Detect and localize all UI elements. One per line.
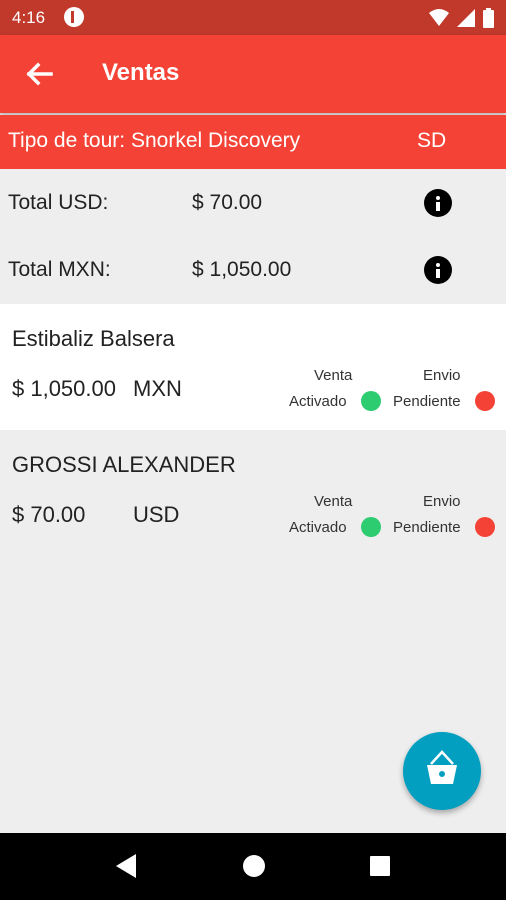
page-title: Ventas [102,59,180,86]
total-mxn-row: Total MXN: $ 1,050.00 [0,236,506,303]
nav-recents-icon[interactable] [369,855,391,877]
system-nav-bar [0,833,506,900]
envio-status: Pendiente [393,519,461,536]
customer-name: Estibaliz Balsera [12,326,175,351]
envio-status: Pendiente [393,393,461,410]
venta-status: Activado [289,519,347,536]
venta-label: Venta [314,493,353,510]
sale-amount: $ 70.00 [12,502,86,527]
envio-label: Envio [423,367,461,384]
cart-fab-button[interactable] [403,732,481,810]
total-usd-row: Total USD: $ 70.00 [0,169,506,236]
sale-amount: $ 1,050.00 [12,376,116,401]
status-bar: 4:16 [0,0,506,35]
sale-currency: USD [133,502,180,527]
signal-icon [457,9,475,27]
envio-label: Envio [423,493,461,510]
tour-code: SD [417,129,447,152]
status-time: 4:16 [12,8,46,27]
sale-card[interactable]: Estibaliz Balsera $ 1,050.00 MXN Venta A… [0,304,506,430]
battery-icon [483,8,494,28]
tour-type-bar: Tipo de tour: Snorkel Discovery SD [0,115,506,169]
nav-home-icon[interactable] [242,854,266,878]
nav-back-icon[interactable] [114,853,138,879]
basket-icon [427,750,457,784]
total-mxn-label: Total MXN: [8,258,111,281]
venta-status-dot [361,517,381,537]
status-icons [429,8,494,28]
envio-status-dot [475,391,495,411]
customer-name: GROSSI ALEXANDER [12,452,236,477]
notification-icon [64,7,84,27]
sale-card[interactable]: GROSSI ALEXANDER $ 70.00 USD Venta Activ… [0,430,506,556]
total-usd-label: Total USD: [8,191,109,214]
app-bar: Ventas [0,35,506,113]
wifi-icon [429,9,449,26]
totals-section: Total USD: $ 70.00 Total MXN: $ 1,050.00 [0,169,506,304]
tour-type-label: Tipo de tour: Snorkel Discovery [8,129,301,152]
info-icon[interactable] [424,189,452,217]
total-usd-value: $ 70.00 [192,191,263,214]
total-mxn-value: $ 1,050.00 [192,258,292,281]
back-arrow-icon[interactable] [24,59,54,89]
envio-status-dot [475,517,495,537]
venta-label: Venta [314,367,353,384]
venta-status: Activado [289,393,347,410]
info-icon[interactable] [424,256,452,284]
venta-status-dot [361,391,381,411]
sale-currency: MXN [133,376,182,401]
